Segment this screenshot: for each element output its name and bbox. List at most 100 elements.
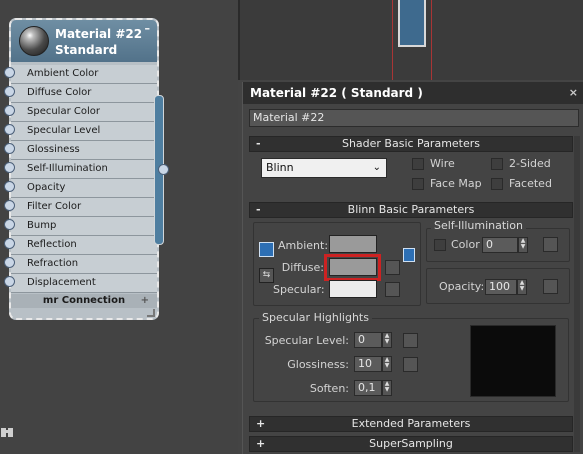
faceted-label: Faceted	[509, 177, 552, 190]
slot-self-illumination[interactable]: Self-Illumination	[11, 160, 157, 179]
input-socket[interactable]	[4, 181, 15, 192]
self-illum-map-button[interactable]	[543, 237, 558, 252]
rollout-title: Shader Basic Parameters	[341, 137, 481, 150]
ambient-color-swatch[interactable]	[329, 235, 377, 253]
expand-plus-icon[interactable]: +	[141, 294, 149, 308]
diffuse-map-button[interactable]	[385, 260, 400, 275]
resize-grip-icon[interactable]	[147, 309, 155, 317]
slot-label: Reflection	[27, 239, 77, 250]
material-name-input[interactable]: Material #22	[249, 109, 579, 127]
rollout-blinn-basic[interactable]: - Blinn Basic Parameters	[249, 202, 573, 218]
slot-specular-color[interactable]: Specular Color	[11, 103, 157, 122]
binoculars-icon[interactable]	[0, 426, 14, 441]
soften-input[interactable]: 0,1	[354, 380, 382, 396]
highlight-box	[324, 254, 381, 281]
self-illumination-group-label: Self-Illumination	[431, 219, 526, 232]
node-header[interactable]: Material #22 Standard –	[11, 20, 157, 62]
node-minimize-icon[interactable]: –	[145, 22, 151, 35]
slot-filter-color[interactable]: Filter Color	[11, 198, 157, 217]
two-sided-label: 2-Sided	[509, 157, 551, 170]
chevron-down-icon: ⌄	[372, 162, 381, 173]
guide-line	[431, 0, 432, 80]
slot-label: Filter Color	[27, 201, 82, 212]
input-socket[interactable]	[4, 219, 15, 230]
soften-spinner[interactable]: ▲ ▼	[382, 380, 392, 396]
slot-bump[interactable]: Bump	[11, 217, 157, 236]
panel-scrollbar[interactable]	[574, 136, 580, 452]
glossiness-label: Glossiness:	[287, 358, 349, 371]
slot-label: Opacity	[27, 182, 66, 193]
rollout-shader-basic[interactable]: - Shader Basic Parameters	[249, 136, 573, 152]
opacity-spinner[interactable]: ▲ ▼	[517, 279, 527, 295]
shader-type-value: Blinn	[266, 161, 294, 174]
self-illum-color-label: Color	[451, 238, 480, 251]
input-socket[interactable]	[4, 238, 15, 249]
material-parameter-panel: Material #22 ( Standard ) × Material #22…	[242, 82, 583, 454]
lock-ambient-diffuse-icon[interactable]	[259, 242, 274, 257]
specular-level-input[interactable]: 0	[354, 332, 382, 348]
slot-label: Refraction	[27, 258, 79, 269]
slot-label: Displacement	[27, 277, 96, 288]
swap-colors-icon[interactable]: ⇆	[259, 268, 274, 283]
lock-icon[interactable]	[403, 248, 415, 262]
rollout-title: Extended Parameters	[351, 417, 471, 430]
input-socket[interactable]	[4, 143, 15, 154]
slot-opacity[interactable]: Opacity	[11, 179, 157, 198]
ambient-label: Ambient:	[278, 239, 329, 252]
wire-checkbox[interactable]	[412, 158, 424, 170]
soften-label: Soften:	[309, 382, 349, 395]
opacity-map-button[interactable]	[543, 279, 558, 294]
expand-icon: +	[256, 437, 266, 450]
slot-label: Diffuse Color	[27, 87, 92, 98]
panel-title-bar: Material #22 ( Standard ) ×	[243, 82, 583, 104]
slot-label: Bump	[27, 220, 57, 231]
material-node[interactable]: Material #22 Standard – Ambient Color Di…	[9, 18, 159, 320]
self-illum-spinner[interactable]: ▲ ▼	[518, 237, 528, 253]
shader-group: Blinn ⌄ Wire 2-Sided Face Map Faceted	[251, 154, 571, 198]
input-socket[interactable]	[4, 86, 15, 97]
two-sided-checkbox[interactable]	[491, 158, 503, 170]
input-socket[interactable]	[4, 257, 15, 268]
slot-reflection[interactable]: Reflection	[11, 236, 157, 255]
slot-ambient-color[interactable]: Ambient Color	[11, 65, 157, 84]
faceted-checkbox[interactable]	[491, 178, 503, 190]
slot-refraction[interactable]: Refraction	[11, 255, 157, 274]
opacity-input[interactable]: 100	[485, 279, 517, 295]
slot-glossiness[interactable]: Glossiness	[11, 141, 157, 160]
input-socket[interactable]	[4, 162, 15, 173]
specular-color-swatch[interactable]	[329, 280, 377, 298]
slot-diffuse-color[interactable]: Diffuse Color	[11, 84, 157, 103]
scene-object[interactable]	[398, 0, 426, 47]
input-socket[interactable]	[4, 276, 15, 287]
rollout-supersampling[interactable]: + SuperSampling	[249, 436, 573, 452]
glossiness-map-button[interactable]	[403, 357, 418, 372]
material-preview-sphere	[19, 26, 49, 56]
self-illum-color-checkbox[interactable]	[434, 239, 446, 251]
slot-specular-level[interactable]: Specular Level	[11, 122, 157, 141]
self-illum-value-input[interactable]: 0	[482, 237, 518, 253]
glossiness-spinner[interactable]: ▲ ▼	[382, 356, 392, 372]
input-socket[interactable]	[4, 67, 15, 78]
close-icon[interactable]: ×	[569, 82, 578, 104]
face-map-checkbox[interactable]	[412, 178, 424, 190]
specular-label: Specular:	[273, 283, 325, 296]
specular-level-spinner[interactable]: ▲ ▼	[382, 332, 392, 348]
rollout-title: Blinn Basic Parameters	[347, 203, 475, 216]
specular-level-map-button[interactable]	[403, 333, 418, 348]
rollout-extended-parameters[interactable]: + Extended Parameters	[249, 416, 573, 432]
specular-highlights-label: Specular Highlights	[259, 311, 372, 324]
input-socket[interactable]	[4, 124, 15, 135]
mr-connection-bar[interactable]: mr Connection +	[11, 294, 157, 308]
slot-displacement[interactable]: Displacement	[11, 274, 157, 293]
opacity-label: Opacity:	[439, 280, 485, 293]
specular-map-button[interactable]	[385, 282, 400, 297]
glossiness-input[interactable]: 10	[354, 356, 382, 372]
shader-type-dropdown[interactable]: Blinn ⌄	[261, 158, 387, 178]
output-socket[interactable]	[158, 164, 169, 175]
input-socket[interactable]	[4, 200, 15, 211]
input-socket[interactable]	[4, 105, 15, 116]
viewport[interactable]	[238, 0, 583, 80]
slot-label: Self-Illumination	[27, 163, 108, 174]
slate-view[interactable]: Material #22 Standard – Ambient Color Di…	[0, 0, 238, 454]
wire-label: Wire	[430, 157, 455, 170]
